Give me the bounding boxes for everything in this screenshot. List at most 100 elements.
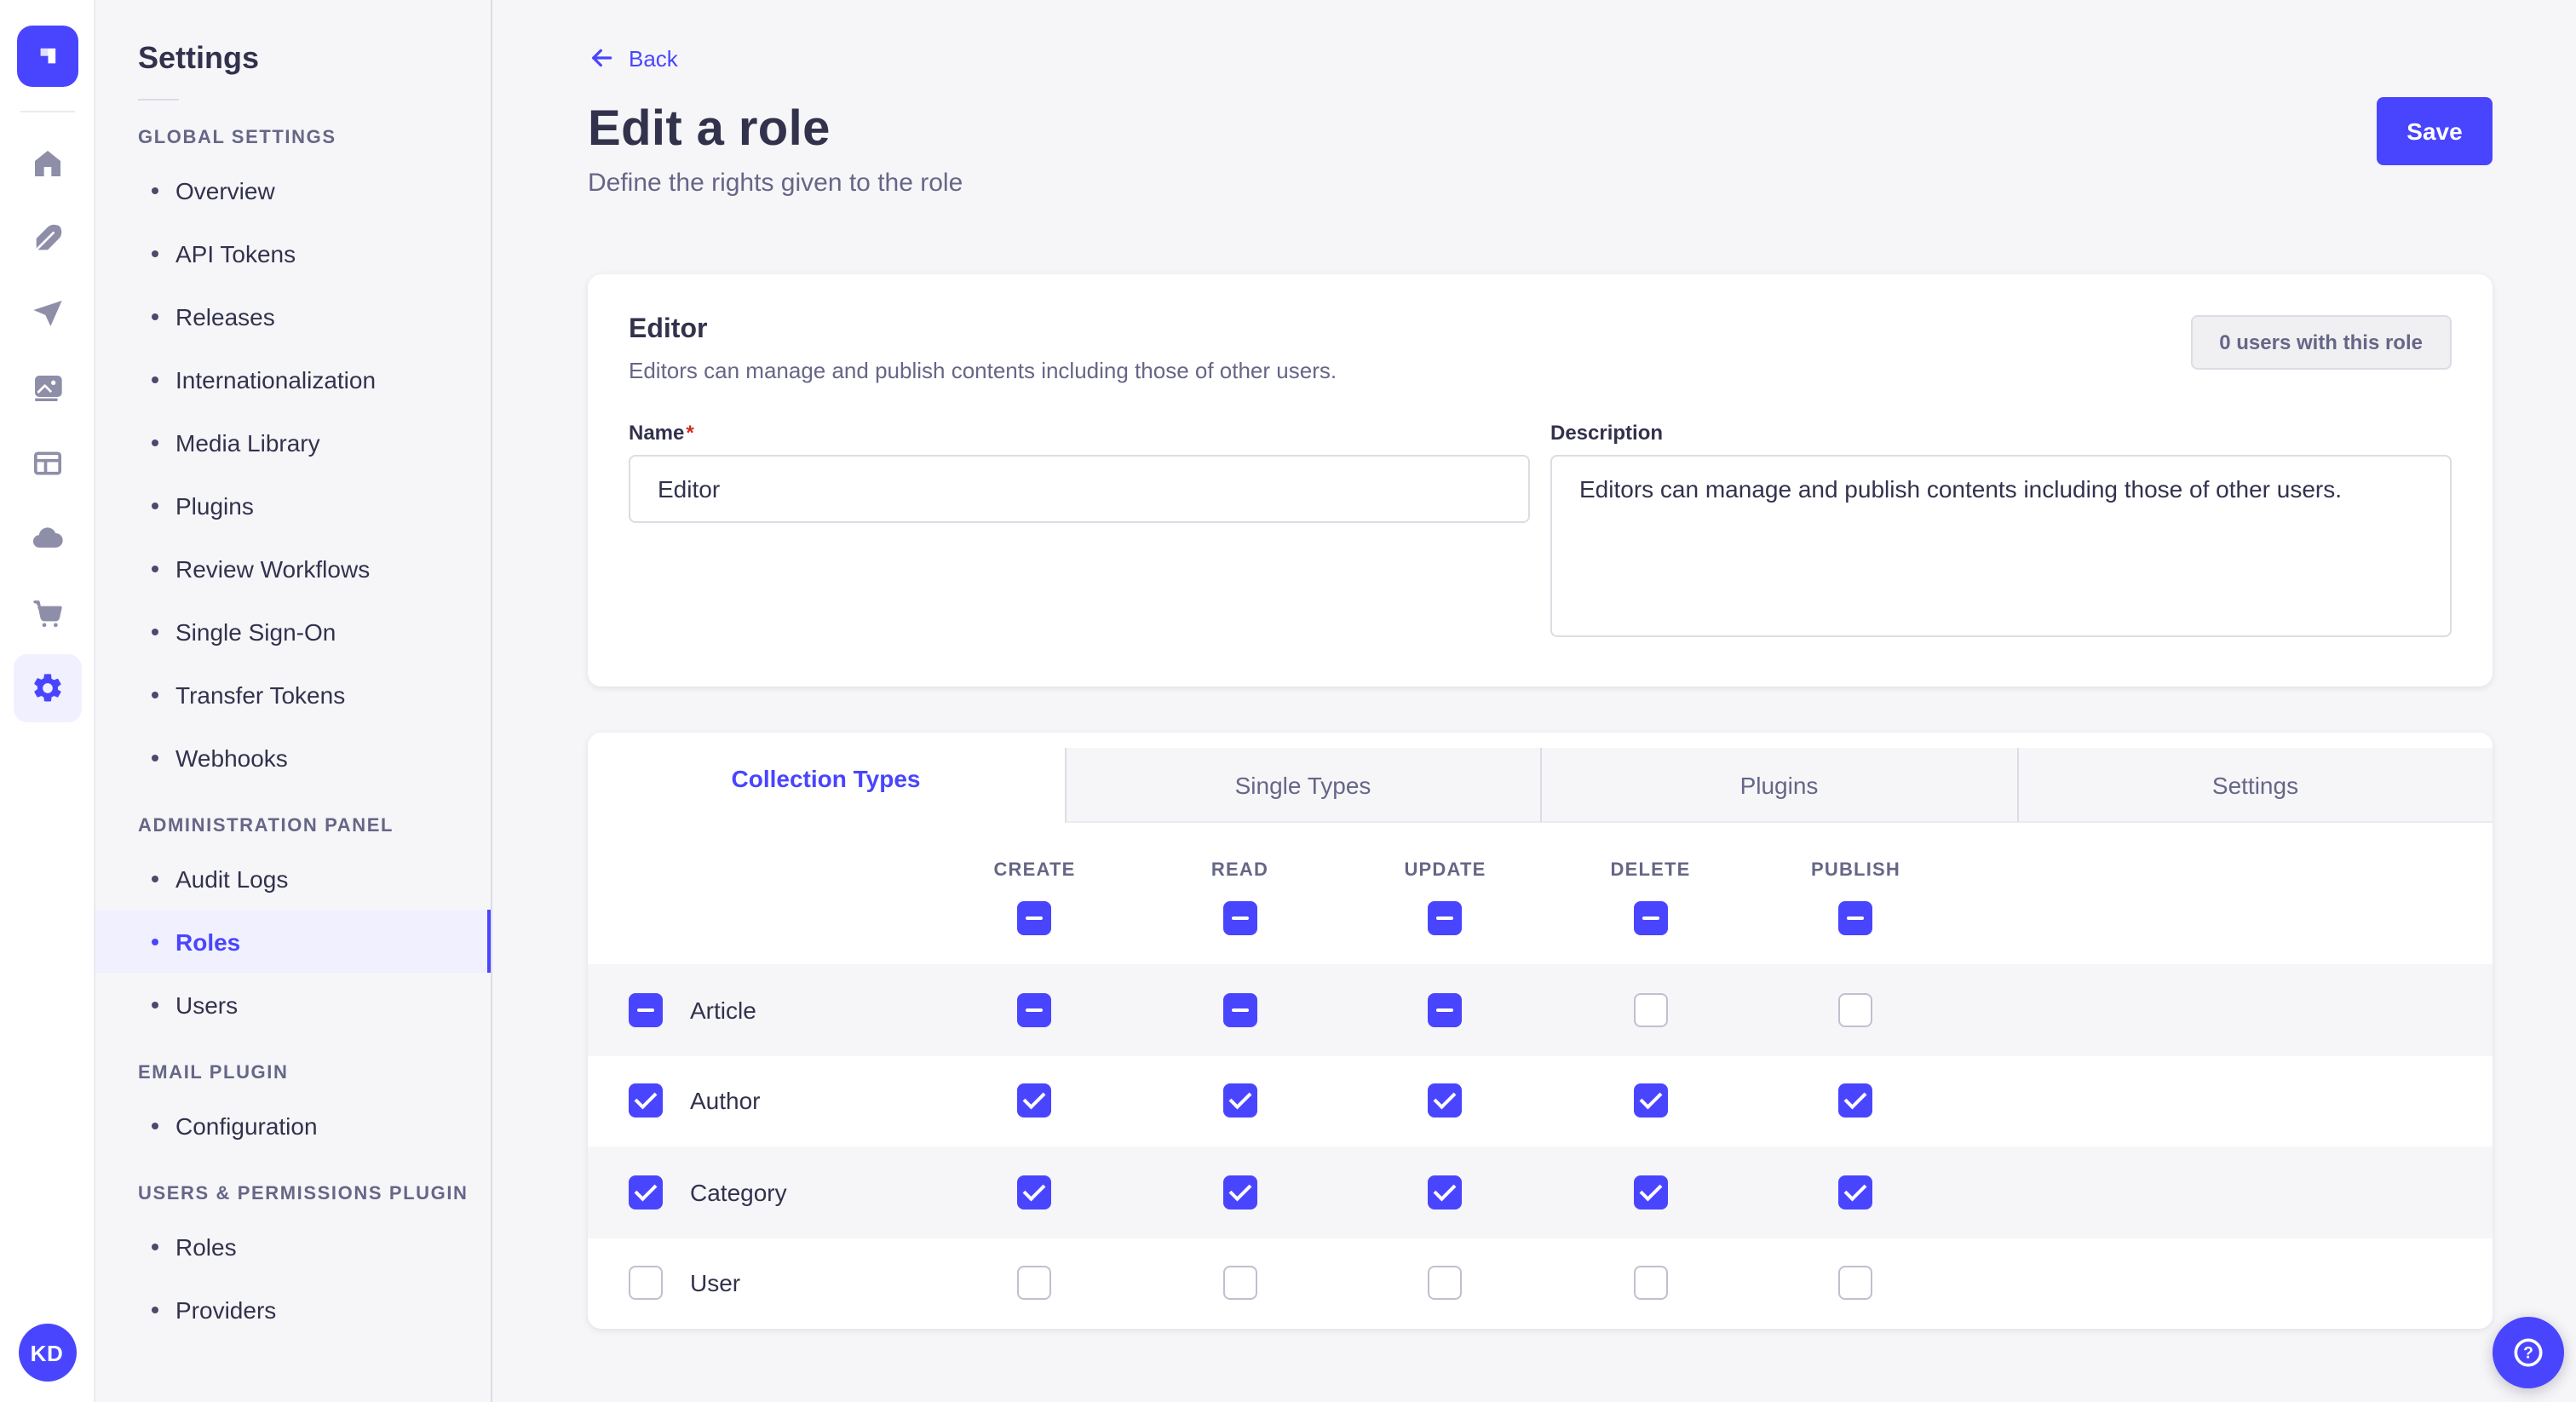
role-name-heading: Editor	[629, 315, 1337, 346]
users-with-role-badge[interactable]: 0 users with this role	[2190, 315, 2452, 370]
tab-collection-types[interactable]: Collection Types	[588, 733, 1064, 823]
user-delete-checkbox[interactable]	[1634, 1267, 1668, 1301]
sidebar-item-label: Roles	[175, 1232, 237, 1260]
sidebar-item-configuration[interactable]: Configuration	[95, 1094, 491, 1157]
home-icon[interactable]	[0, 126, 95, 201]
sidebar-item-users[interactable]: Users	[95, 973, 491, 1036]
tab-single-types[interactable]: Single Types	[1064, 748, 1540, 823]
section-label-global-settings: GLOBAL SETTINGS	[95, 101, 491, 158]
article-publish-checkbox[interactable]	[1839, 993, 1873, 1027]
select-all-delete-checkbox[interactable]	[1634, 901, 1668, 935]
sidebar-item-transfer-tokens[interactable]: Transfer Tokens	[95, 663, 491, 726]
bullet-icon	[152, 754, 158, 761]
save-button[interactable]: Save	[2377, 97, 2493, 165]
media-library-icon[interactable]	[0, 351, 95, 426]
required-asterisk: *	[686, 421, 693, 445]
select-all-create-checkbox[interactable]	[1018, 901, 1052, 935]
paper-plane-icon[interactable]	[0, 276, 95, 351]
sidebar-item-roles[interactable]: Roles	[95, 910, 491, 973]
sidebar-item-internationalization[interactable]: Internationalization	[95, 348, 491, 411]
row-checkbox[interactable]	[629, 1267, 663, 1301]
select-all-update-checkbox[interactable]	[1429, 901, 1463, 935]
content-manager-feather-icon[interactable]	[0, 201, 95, 276]
sidebar-item-up-roles[interactable]: Roles	[95, 1215, 491, 1278]
cloud-icon[interactable]	[0, 501, 95, 576]
sidebar-item-providers[interactable]: Providers	[95, 1278, 491, 1341]
sidebar-item-plugins[interactable]: Plugins	[95, 474, 491, 537]
description-textarea[interactable]: Editors can manage and publish contents …	[1550, 455, 2452, 637]
section-label-users-permissions-plugin: USERS & PERMISSIONS PLUGIN	[95, 1157, 491, 1215]
user-publish-checkbox[interactable]	[1839, 1267, 1873, 1301]
sidebar-item-label: Audit Logs	[175, 865, 288, 892]
row-label: Article	[690, 997, 756, 1024]
article-create-checkbox[interactable]	[1018, 993, 1052, 1027]
column-header-create: CREATE	[993, 860, 1075, 881]
category-create-checkbox[interactable]	[1018, 1175, 1052, 1210]
sidebar-item-media-library[interactable]: Media Library	[95, 411, 491, 474]
sidebar-item-audit-logs[interactable]: Audit Logs	[95, 847, 491, 910]
sidebar-item-single-sign-on[interactable]: Single Sign-On	[95, 600, 491, 663]
sidebar-item-label: Releases	[175, 302, 275, 330]
sidebar-item-label: Configuration	[175, 1112, 318, 1139]
gear-icon	[30, 671, 64, 705]
article-delete-checkbox[interactable]	[1634, 993, 1668, 1027]
strapi-logo[interactable]	[16, 26, 78, 87]
name-input[interactable]	[629, 455, 1530, 523]
category-update-checkbox[interactable]	[1429, 1175, 1463, 1210]
user-update-checkbox[interactable]	[1429, 1267, 1463, 1301]
tab-settings[interactable]: Settings	[2016, 748, 2493, 823]
category-publish-checkbox[interactable]	[1839, 1175, 1873, 1210]
sidebar-item-webhooks[interactable]: Webhooks	[95, 726, 491, 789]
user-avatar[interactable]: KD	[18, 1324, 76, 1382]
row-checkbox[interactable]	[629, 993, 663, 1027]
row-label: Category	[690, 1179, 787, 1206]
tab-plugins[interactable]: Plugins	[1540, 748, 2016, 823]
permissions-header: CREATE READ UPDATE DELETE PUBLISH	[588, 823, 2493, 964]
sidebar-item-label: Plugins	[175, 491, 254, 519]
category-read-checkbox[interactable]	[1223, 1175, 1257, 1210]
column-header-update: UPDATE	[1404, 860, 1486, 881]
sidebar-item-releases[interactable]: Releases	[95, 284, 491, 348]
author-read-checkbox[interactable]	[1223, 1084, 1257, 1118]
sidebar-title: Settings	[95, 41, 491, 77]
permissions-card: Collection Types Single Types Plugins Se…	[588, 733, 2493, 1329]
settings-sidebar: Settings GLOBAL SETTINGS Overview API To…	[95, 0, 492, 1402]
bullet-icon	[152, 439, 158, 445]
section-label-administration-panel: ADMINISTRATION PANEL	[95, 789, 491, 847]
sidebar-item-label: Single Sign-On	[175, 618, 336, 645]
select-all-publish-checkbox[interactable]	[1839, 901, 1873, 935]
question-mark-icon: ?	[2510, 1334, 2547, 1371]
back-link[interactable]: Back	[588, 44, 678, 72]
user-create-checkbox[interactable]	[1018, 1267, 1052, 1301]
arrow-left-icon	[588, 44, 615, 72]
sidebar-item-label: API Tokens	[175, 239, 296, 267]
row-checkbox[interactable]	[629, 1175, 663, 1210]
marketplace-cart-icon[interactable]	[0, 576, 95, 651]
bullet-icon	[152, 250, 158, 256]
page-title: Edit a role	[588, 102, 2493, 158]
rail-divider	[20, 111, 74, 112]
article-read-checkbox[interactable]	[1223, 993, 1257, 1027]
table-row-author: Author	[588, 1055, 2493, 1146]
select-all-read-checkbox[interactable]	[1223, 901, 1257, 935]
row-checkbox[interactable]	[629, 1084, 663, 1118]
sidebar-item-api-tokens[interactable]: API Tokens	[95, 221, 491, 284]
settings-gear-slot[interactable]	[0, 651, 95, 726]
user-read-checkbox[interactable]	[1223, 1267, 1257, 1301]
layout-icon[interactable]	[0, 426, 95, 501]
author-publish-checkbox[interactable]	[1839, 1084, 1873, 1118]
bullet-icon	[152, 628, 158, 635]
tab-label: Settings	[2212, 771, 2298, 798]
category-delete-checkbox[interactable]	[1634, 1175, 1668, 1210]
help-button[interactable]: ?	[2493, 1317, 2564, 1388]
svg-text:?: ?	[2523, 1345, 2533, 1363]
back-label: Back	[629, 45, 678, 71]
author-create-checkbox[interactable]	[1018, 1084, 1052, 1118]
author-update-checkbox[interactable]	[1429, 1084, 1463, 1118]
bullet-icon	[152, 875, 158, 882]
bullet-icon	[152, 1306, 158, 1313]
sidebar-item-review-workflows[interactable]: Review Workflows	[95, 537, 491, 600]
author-delete-checkbox[interactable]	[1634, 1084, 1668, 1118]
article-update-checkbox[interactable]	[1429, 993, 1463, 1027]
sidebar-item-overview[interactable]: Overview	[95, 158, 491, 221]
